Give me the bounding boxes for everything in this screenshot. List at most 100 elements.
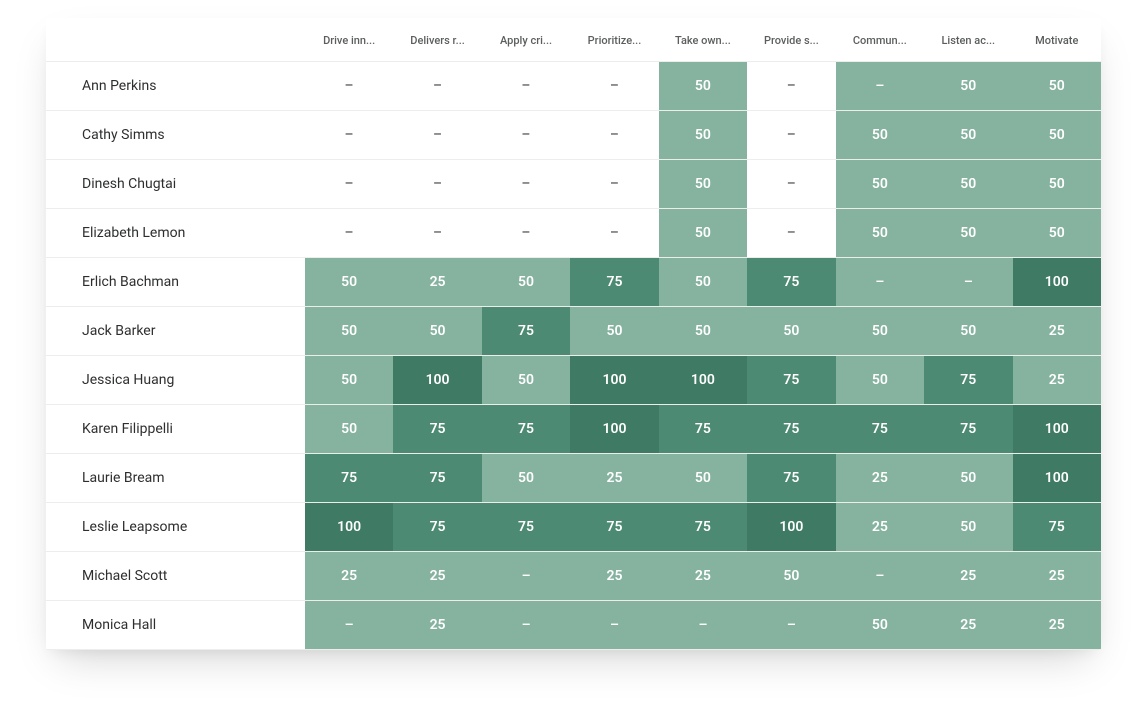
heatmap-cell[interactable]: –	[305, 111, 393, 160]
heatmap-cell[interactable]: –	[570, 601, 658, 650]
heatmap-cell[interactable]: 50	[924, 62, 1012, 111]
row-name[interactable]: Monica Hall	[46, 601, 305, 650]
heatmap-cell[interactable]: 50	[659, 111, 747, 160]
heatmap-cell[interactable]: 50	[836, 356, 924, 405]
heatmap-cell[interactable]: 50	[570, 307, 658, 356]
heatmap-cell[interactable]: 75	[924, 356, 1012, 405]
heatmap-cell[interactable]: 50	[836, 209, 924, 258]
heatmap-cell[interactable]: 50	[1013, 160, 1101, 209]
heatmap-cell[interactable]: 50	[305, 307, 393, 356]
row-name[interactable]: Karen Filippelli	[46, 405, 305, 454]
heatmap-cell[interactable]: –	[570, 111, 658, 160]
heatmap-cell[interactable]: –	[393, 209, 481, 258]
heatmap-cell[interactable]: 50	[482, 356, 570, 405]
heatmap-cell[interactable]: –	[570, 62, 658, 111]
heatmap-cell[interactable]: 100	[305, 503, 393, 552]
heatmap-cell[interactable]: 25	[924, 601, 1012, 650]
row-name[interactable]: Dinesh Chugtai	[46, 160, 305, 209]
heatmap-cell[interactable]: 50	[305, 405, 393, 454]
heatmap-cell[interactable]: –	[836, 258, 924, 307]
heatmap-cell[interactable]: 50	[924, 503, 1012, 552]
column-header[interactable]: Commun...	[836, 18, 924, 62]
row-name[interactable]: Michael Scott	[46, 552, 305, 601]
heatmap-cell[interactable]: –	[659, 601, 747, 650]
heatmap-cell[interactable]: –	[747, 601, 835, 650]
heatmap-cell[interactable]: 50	[659, 62, 747, 111]
column-header[interactable]: Motivate	[1013, 18, 1101, 62]
heatmap-cell[interactable]: 75	[1013, 503, 1101, 552]
heatmap-cell[interactable]: 100	[747, 503, 835, 552]
heatmap-cell[interactable]: 100	[570, 405, 658, 454]
heatmap-cell[interactable]: 50	[482, 258, 570, 307]
heatmap-cell[interactable]: –	[836, 552, 924, 601]
row-name[interactable]: Cathy Simms	[46, 111, 305, 160]
heatmap-cell[interactable]: 50	[659, 454, 747, 503]
heatmap-cell[interactable]: 75	[482, 503, 570, 552]
heatmap-cell[interactable]: –	[305, 62, 393, 111]
column-header[interactable]: Take own...	[659, 18, 747, 62]
heatmap-cell[interactable]: 25	[393, 258, 481, 307]
heatmap-cell[interactable]: 75	[836, 405, 924, 454]
heatmap-cell[interactable]: 50	[924, 160, 1012, 209]
heatmap-cell[interactable]: 25	[659, 552, 747, 601]
heatmap-cell[interactable]: 75	[747, 405, 835, 454]
heatmap-cell[interactable]: –	[836, 62, 924, 111]
heatmap-cell[interactable]: 50	[924, 307, 1012, 356]
column-header[interactable]: Delivers r...	[393, 18, 481, 62]
heatmap-cell[interactable]: 25	[1013, 601, 1101, 650]
heatmap-cell[interactable]: 50	[924, 111, 1012, 160]
heatmap-cell[interactable]: 50	[1013, 111, 1101, 160]
heatmap-cell[interactable]: 75	[747, 356, 835, 405]
heatmap-cell[interactable]: 25	[836, 454, 924, 503]
row-name[interactable]: Jessica Huang	[46, 356, 305, 405]
heatmap-cell[interactable]: 50	[836, 111, 924, 160]
heatmap-cell[interactable]: –	[747, 209, 835, 258]
heatmap-cell[interactable]: 75	[393, 454, 481, 503]
heatmap-cell[interactable]: 50	[482, 454, 570, 503]
heatmap-cell[interactable]: 75	[393, 405, 481, 454]
heatmap-cell[interactable]: 75	[659, 405, 747, 454]
heatmap-cell[interactable]: 50	[659, 160, 747, 209]
column-header[interactable]: Provide s...	[747, 18, 835, 62]
heatmap-cell[interactable]: 25	[570, 552, 658, 601]
heatmap-cell[interactable]: 75	[924, 405, 1012, 454]
heatmap-cell[interactable]: –	[482, 111, 570, 160]
heatmap-cell[interactable]: 50	[305, 356, 393, 405]
heatmap-cell[interactable]: –	[747, 160, 835, 209]
row-name[interactable]: Ann Perkins	[46, 62, 305, 111]
heatmap-cell[interactable]: 50	[659, 258, 747, 307]
heatmap-cell[interactable]: 50	[747, 307, 835, 356]
heatmap-cell[interactable]: 25	[1013, 552, 1101, 601]
heatmap-cell[interactable]: 50	[1013, 62, 1101, 111]
heatmap-cell[interactable]: 75	[393, 503, 481, 552]
column-header[interactable]: Listen ac...	[924, 18, 1012, 62]
heatmap-cell[interactable]: 100	[1013, 258, 1101, 307]
heatmap-cell[interactable]: 50	[924, 209, 1012, 258]
heatmap-cell[interactable]: –	[393, 62, 481, 111]
heatmap-cell[interactable]: –	[570, 209, 658, 258]
heatmap-cell[interactable]: 25	[305, 552, 393, 601]
heatmap-cell[interactable]: 50	[836, 307, 924, 356]
heatmap-cell[interactable]: 50	[659, 307, 747, 356]
heatmap-cell[interactable]: 25	[1013, 356, 1101, 405]
column-header[interactable]: Prioritize...	[570, 18, 658, 62]
row-name[interactable]: Erlich Bachman	[46, 258, 305, 307]
heatmap-cell[interactable]: 100	[1013, 454, 1101, 503]
heatmap-cell[interactable]: –	[482, 62, 570, 111]
row-name[interactable]: Elizabeth Lemon	[46, 209, 305, 258]
heatmap-cell[interactable]: –	[393, 111, 481, 160]
heatmap-cell[interactable]: 75	[747, 258, 835, 307]
heatmap-cell[interactable]: 50	[659, 209, 747, 258]
heatmap-cell[interactable]: –	[482, 601, 570, 650]
heatmap-cell[interactable]: 100	[393, 356, 481, 405]
heatmap-cell[interactable]: –	[393, 160, 481, 209]
heatmap-cell[interactable]: 50	[747, 552, 835, 601]
heatmap-cell[interactable]: 100	[659, 356, 747, 405]
heatmap-cell[interactable]: –	[305, 601, 393, 650]
heatmap-cell[interactable]: –	[924, 258, 1012, 307]
heatmap-cell[interactable]: –	[482, 552, 570, 601]
heatmap-cell[interactable]: 75	[482, 307, 570, 356]
heatmap-cell[interactable]: –	[482, 209, 570, 258]
heatmap-cell[interactable]: –	[482, 160, 570, 209]
heatmap-cell[interactable]: 75	[747, 454, 835, 503]
